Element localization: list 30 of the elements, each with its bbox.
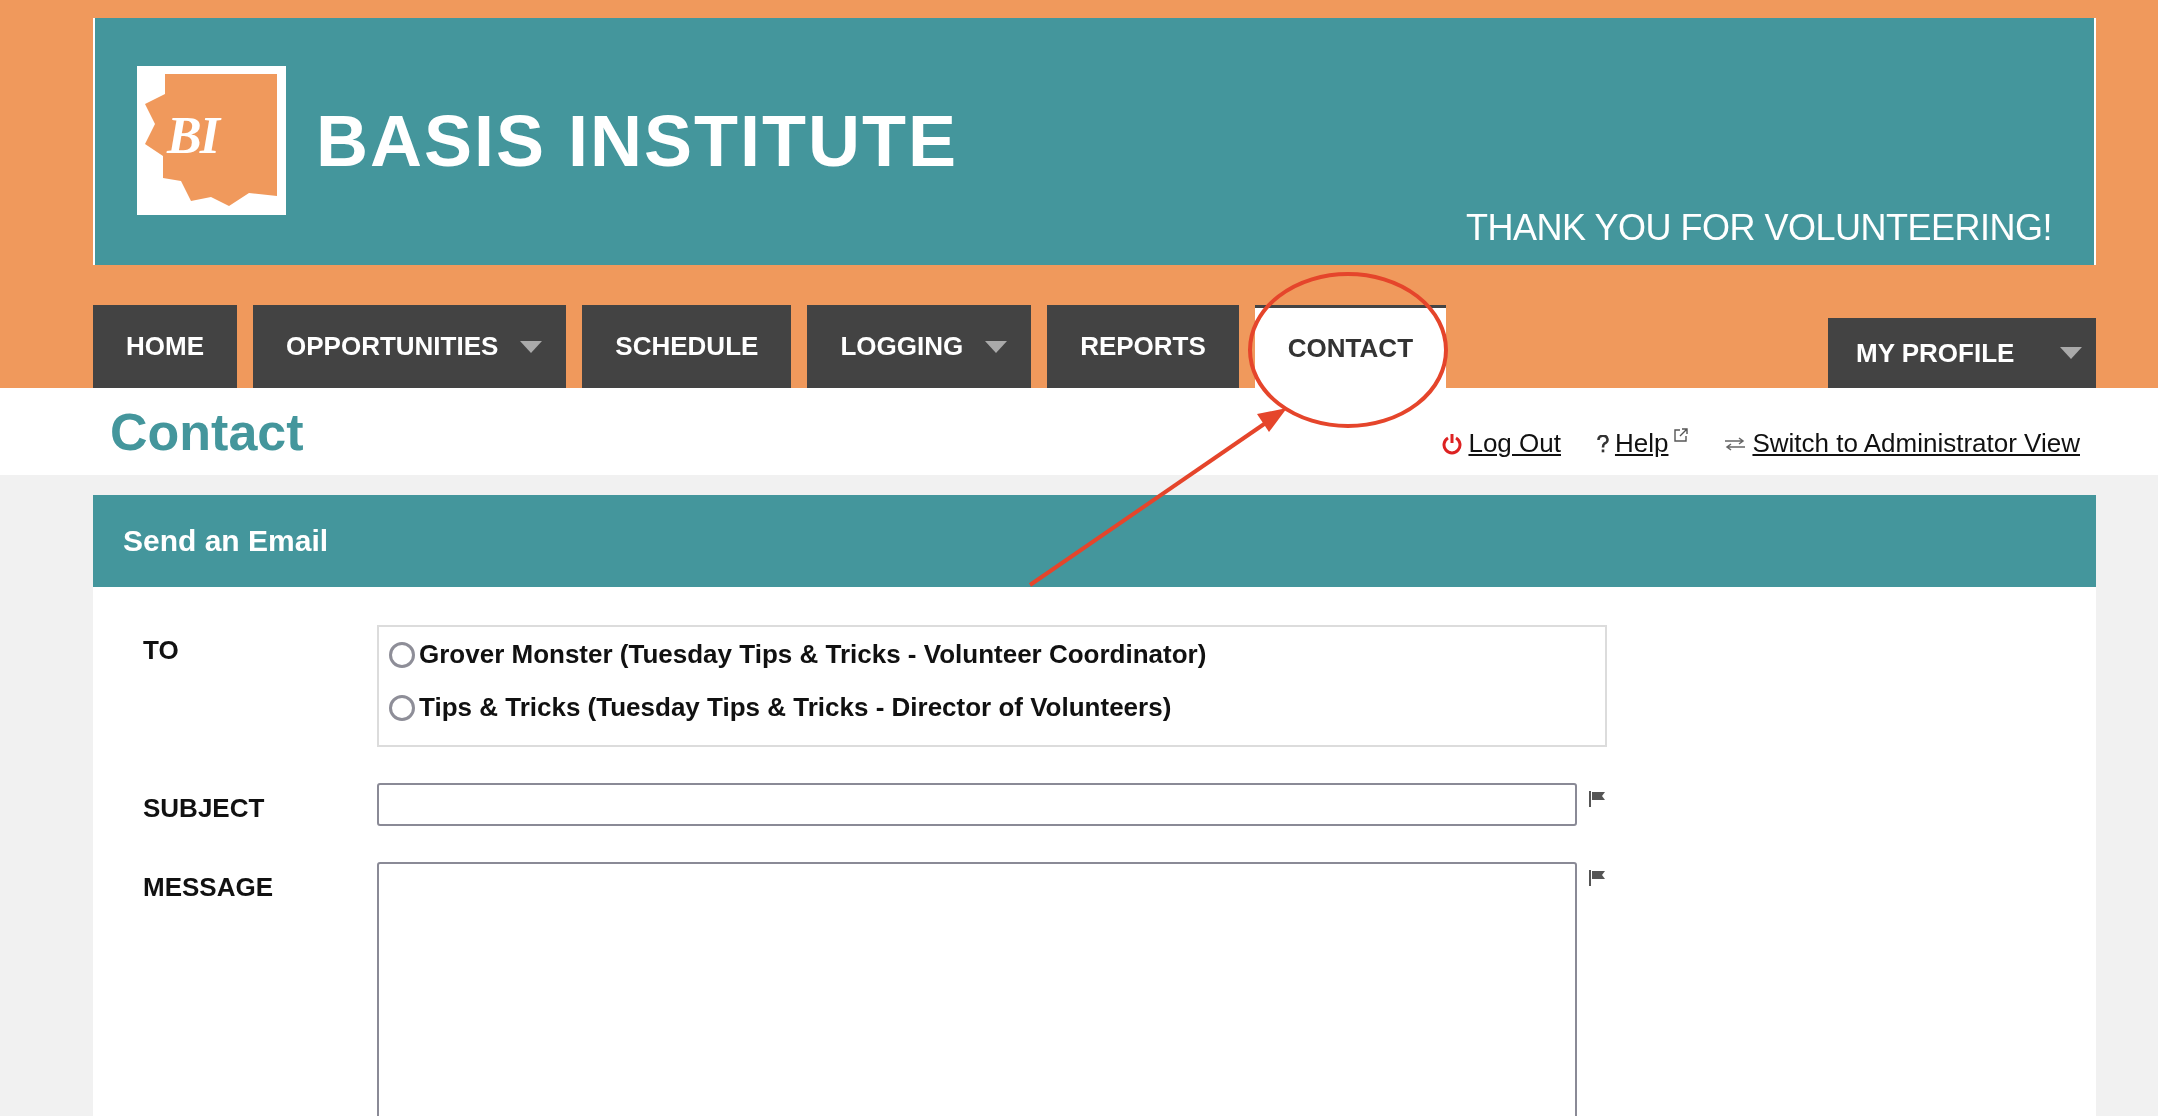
card-title: Send an Email [123, 524, 329, 558]
header-link[interactable]: Log Out [1468, 428, 1561, 459]
message-field[interactable] [377, 862, 1577, 1116]
field-label: TO [143, 634, 180, 667]
field-label: MESSAGE [143, 871, 275, 904]
radio-label: Tips & Tricks (Tuesday Tips & Tricks - Director of Volunteers) [419, 692, 1172, 723]
subject-field[interactable] [377, 783, 1577, 826]
header-link[interactable]: Switch to Administrator View [1752, 428, 2080, 459]
question-icon [1596, 434, 1609, 453]
flag-icon [1589, 791, 1607, 807]
nav-tab[interactable]: OPPORTUNITIES [253, 305, 567, 388]
external-link-icon [1674, 428, 1689, 442]
profile-menu[interactable]: MY PROFILE [1828, 318, 2096, 388]
map-shape-icon [145, 74, 278, 207]
page-title: Contact [110, 401, 304, 462]
power-icon [1442, 432, 1463, 455]
nav-tab[interactable]: CONTACT [1254, 305, 1446, 388]
nav-tab[interactable]: LOGGING [807, 305, 1032, 388]
radio-button[interactable] [389, 641, 415, 668]
nav-tab[interactable]: SCHEDULE [582, 305, 792, 388]
field-label: SUBJECT [143, 792, 266, 825]
flag-icon [1589, 870, 1607, 886]
radio-button[interactable] [389, 694, 415, 721]
site-title: BASIS INSTITUTE [316, 99, 959, 182]
tagline: THANK YOU FOR VOLUNTEERING! [1466, 207, 2052, 249]
swap-arrows-icon [1724, 436, 1747, 451]
radio-label: Grover Monster (Tuesday Tips & Tricks - Volunteer Coordinator) [419, 639, 1207, 670]
nav-tab[interactable]: REPORTS [1047, 305, 1239, 388]
nav-tab[interactable]: HOME [93, 305, 237, 388]
header-link[interactable]: Help [1614, 428, 1669, 459]
